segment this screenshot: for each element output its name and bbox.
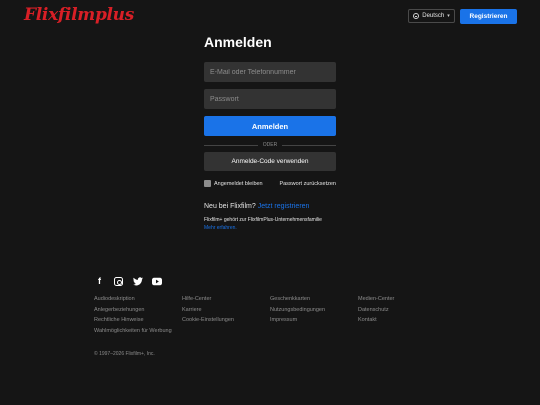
globe-icon bbox=[413, 13, 420, 19]
footer-link[interactable]: Kontakt bbox=[358, 317, 446, 323]
facebook-icon[interactable]: f bbox=[95, 277, 104, 286]
chevron-down-icon: ▾ bbox=[447, 13, 450, 19]
learn-more-link[interactable]: Mehr erfahren. bbox=[204, 224, 336, 232]
footer-link[interactable]: Nutzungsbedingungen bbox=[270, 307, 358, 313]
new-user-prefix: Neu bei Flixfilm? bbox=[204, 203, 256, 210]
email-field[interactable] bbox=[204, 62, 336, 82]
password-field[interactable] bbox=[204, 89, 336, 109]
language-selector[interactable]: Deutsch ▾ bbox=[408, 9, 455, 23]
register-button[interactable]: Registrieren bbox=[460, 9, 517, 24]
footer-link[interactable]: Geschenkkarten bbox=[270, 296, 358, 302]
footer-link[interactable]: Cookie-Einstellungen bbox=[182, 317, 270, 323]
footer-link[interactable]: Datenschutz bbox=[358, 307, 446, 313]
remember-checkbox[interactable] bbox=[204, 180, 211, 187]
footer-link[interactable]: Karriere bbox=[182, 307, 270, 313]
register-now-link[interactable]: Jetzt registrieren bbox=[258, 203, 310, 210]
footer-link[interactable]: Anlegerbeziehungen bbox=[94, 307, 182, 313]
page-title: Anmelden bbox=[204, 34, 272, 50]
family-note: Flixfilm+ gehört zur FlixfilmPlus-Untern… bbox=[204, 216, 336, 232]
instagram-icon[interactable] bbox=[114, 277, 123, 286]
youtube-icon[interactable] bbox=[152, 277, 162, 286]
footer-link[interactable]: Rechtliche Hinweise bbox=[94, 317, 182, 323]
options-row: Angemeldet bleiben Passwort zurücksetzen bbox=[204, 180, 336, 187]
use-code-button[interactable]: Anmelde-Code verwenden bbox=[204, 152, 336, 171]
footer-link[interactable]: Hilfe-Center bbox=[182, 296, 270, 302]
new-user-text: Neu bei Flixfilm? Jetzt registrieren bbox=[204, 203, 336, 210]
or-divider: ODER bbox=[204, 142, 337, 148]
forgot-password-link[interactable]: Passwort zurücksetzen bbox=[279, 181, 336, 187]
footer-link[interactable]: Impressum bbox=[270, 317, 358, 323]
footer-links: Audiodeskription Hilfe-Center Geschenkka… bbox=[94, 296, 474, 334]
divider-label: ODER bbox=[262, 142, 278, 148]
divider-line-left bbox=[204, 144, 258, 146]
language-label: Deutsch bbox=[422, 13, 445, 19]
footer-link[interactable]: Wahlmöglichkeiten für Werbung bbox=[94, 328, 270, 334]
copyright: © 1997–2026 Flixfilm+, Inc. bbox=[94, 351, 155, 357]
family-text: Flixfilm+ gehört zur FlixfilmPlus-Untern… bbox=[204, 217, 322, 223]
twitter-icon[interactable] bbox=[133, 277, 143, 286]
remember-label: Angemeldet bleiben bbox=[214, 180, 263, 187]
social-links: f bbox=[95, 277, 162, 286]
sign-in-button[interactable]: Anmelden bbox=[204, 116, 336, 136]
remember-me[interactable]: Angemeldet bleiben bbox=[204, 180, 263, 187]
brand-logo[interactable]: Flixfilmplus bbox=[24, 5, 134, 25]
footer-link[interactable]: Medien-Center bbox=[358, 296, 446, 302]
footer-link[interactable]: Audiodeskription bbox=[94, 296, 182, 302]
divider-line-right bbox=[282, 144, 337, 146]
login-form: Anmelden Anmelden ODER Anmelde-Code verw… bbox=[204, 34, 337, 232]
